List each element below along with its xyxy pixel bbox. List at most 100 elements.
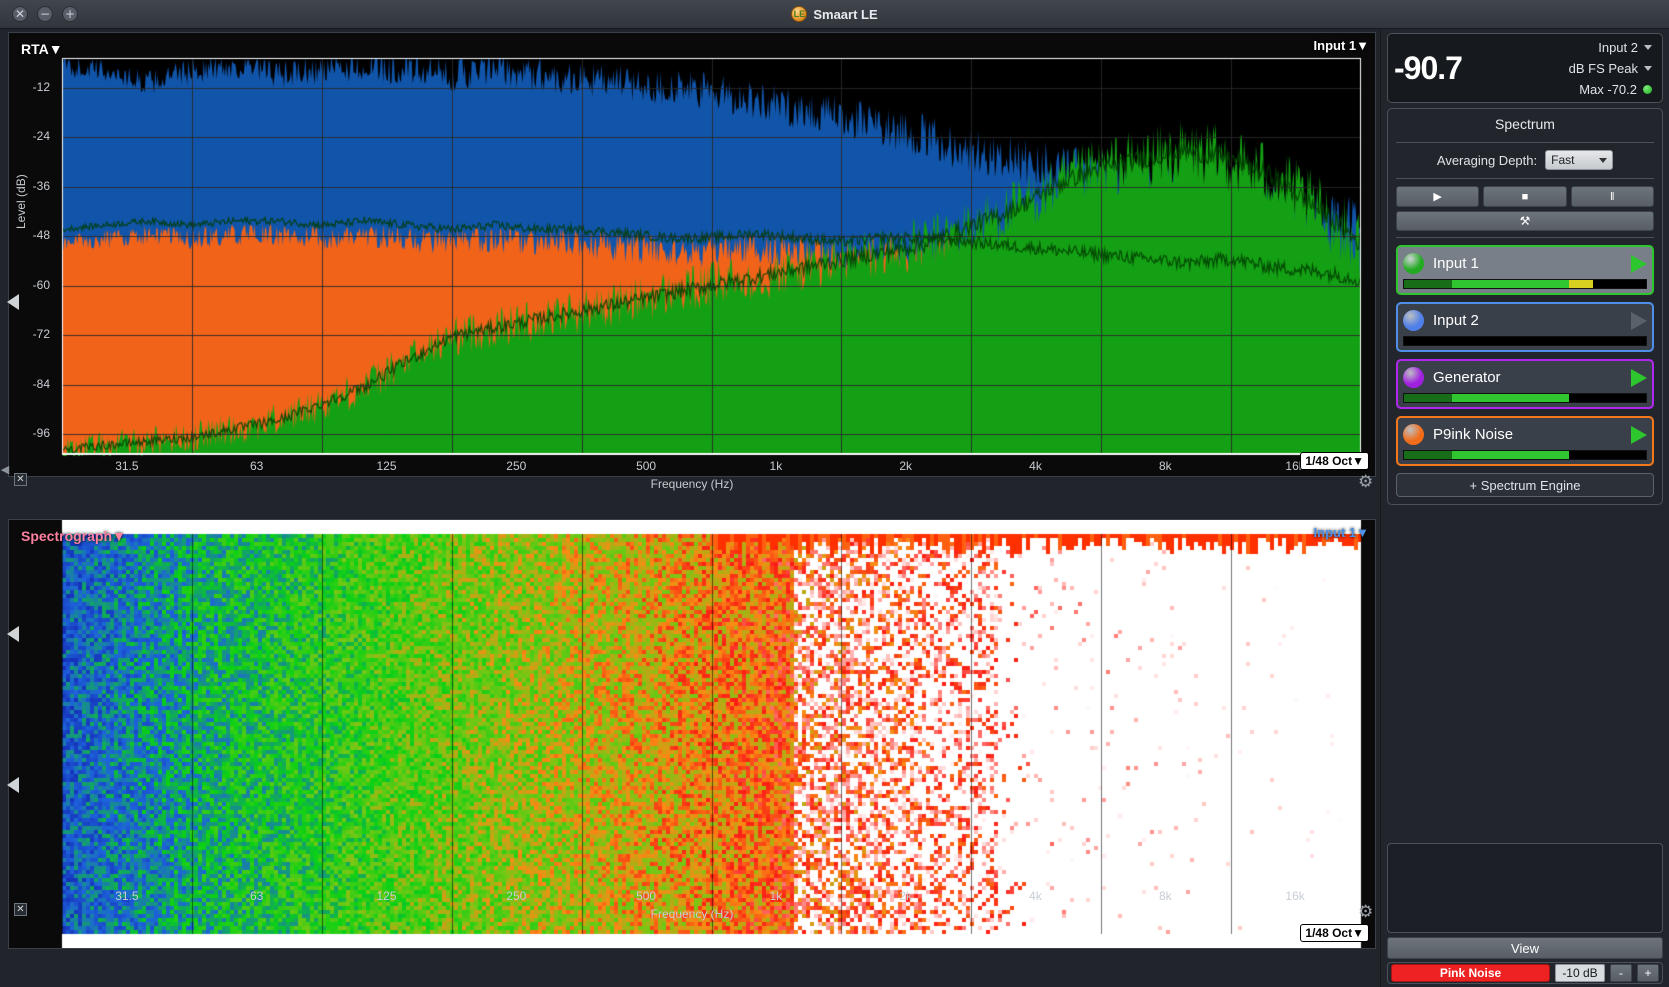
spectrograph-x-tick: 500 [636,889,657,903]
rta-y-tick: -12 [32,79,50,94]
chevron-down-icon: ▼ [1352,454,1364,468]
spectrograph-panel[interactable]: Spectrograph▼ Input 1▼ 1/48 Oct▼ [7,519,1376,949]
chevron-down-icon: ▼ [112,528,126,544]
level-meter-readout: -90.7 Input 2 dB FS Peak Max -70.2 [1387,33,1663,103]
averaging-depth-label: Averaging Depth: [1436,152,1538,168]
rta-y-tick: -36 [32,178,50,193]
spectrograph-x-tick: 4k [1029,889,1042,903]
window-title-text: Smaart LE [813,6,878,22]
pause-button[interactable]: ‖ [1570,186,1654,207]
view-preview-area[interactable] [1387,843,1663,933]
spectrograph-x-tick: 2k [899,889,913,903]
rta-plot-canvas[interactable] [9,33,1375,476]
chevron-down-icon: ▼ [1352,926,1364,940]
rta-x-tick: 125 [376,459,397,473]
spectrograph-close-box-icon[interactable]: ✕ [14,903,27,916]
rta-resolution-badge[interactable]: 1/48 Oct▼ [1300,452,1369,470]
title-bar: ✕ − + LE Smaart LE [0,0,1669,29]
rta-y-tick: -48 [32,228,50,243]
channel-play-button[interactable] [1631,254,1647,273]
graph-area: RTA▼ Input 1▼ 1/48 Oct▼ Level (dB) -12 -2… [0,29,1380,987]
spectrograph-x-tick: 8k [1158,889,1172,903]
spectrograph-resolution-badge[interactable]: 1/48 Oct▼ [1300,924,1369,942]
rta-y-tick: -24 [32,129,50,144]
chevron-down-icon [1599,157,1608,163]
channel-level-meter [1403,336,1647,346]
spectrograph-x-tick: 125 [376,889,397,903]
rta-x-tick: 500 [636,459,657,473]
channel-color-dot-icon [1403,424,1424,445]
channel-strip-p9ink-noise[interactable]: P9ink Noise [1396,416,1654,466]
rta-y-tick: -84 [32,376,50,391]
channel-name-label: Input 1 [1433,255,1479,272]
app-logo-icon: LE [791,6,808,22]
spectrum-section: Spectrum Averaging Depth: Fast ▶ ■ ‖ ⚒ I… [1387,108,1663,505]
averaging-depth-select[interactable]: Fast [1545,150,1614,170]
pink-noise-button[interactable]: Pink Noise [1391,964,1550,982]
pane-divider-handle[interactable]: ◀ [0,463,10,485]
divider [1396,237,1654,238]
chevron-down-icon: ▼ [1356,525,1369,540]
channel-color-dot-icon [1403,310,1424,331]
spectrograph-x-tick-labels: 31.5 63 125 250 500 1k 2k 4k 8k 16k [8,889,1376,905]
rta-panel[interactable]: RTA▼ Input 1▼ 1/48 Oct▼ [7,32,1376,477]
spectrograph-x-tick: 1k [769,889,783,903]
channel-play-button[interactable] [1631,311,1647,330]
channel-color-dot-icon [1403,253,1424,274]
rta-x-tick: 8k [1158,459,1172,473]
spectrograph-canvas[interactable] [9,520,1375,948]
channel-strip-generator[interactable]: Generator [1396,359,1654,409]
rta-y-tick-labels: -12 -24 -36 -48 -60 -72 -84 -96 [0,29,54,474]
level-increment-button[interactable]: + [1637,964,1659,982]
spectrograph-time-cursor-bottom[interactable] [7,777,19,793]
channel-level-meter [1403,393,1647,403]
channel-name-label: P9ink Noise [1433,426,1514,443]
rta-y-tick: -60 [32,277,50,292]
smaart-app-window: ✕ − + LE Smaart LE RTA▼ Input 1▼ 1/48 Oc… [0,0,1669,987]
rta-close-box-icon[interactable]: ✕ [14,473,27,486]
rta-settings-gear-icon[interactable]: ⚙ [1358,472,1373,492]
spectrograph-x-tick: 16k [1285,889,1305,903]
play-button[interactable]: ▶ [1396,186,1480,207]
rta-x-axis-label: Frequency (Hz) [650,477,734,491]
channel-level-meter [1403,450,1647,460]
channel-play-button[interactable] [1631,368,1647,387]
meter-input-selector[interactable]: Input 2 [1569,37,1652,58]
spectrograph-time-cursor-top[interactable] [7,626,19,642]
chevron-down-icon: ▼ [1356,38,1369,53]
add-spectrum-engine-button[interactable]: + Spectrum Engine [1396,473,1654,497]
rta-level-cursor-handle[interactable] [7,294,19,310]
divider [1396,142,1654,143]
tools-button[interactable]: ⚒ [1396,211,1654,231]
rta-y-tick: -96 [32,426,50,441]
generator-level-field[interactable]: -10 dB [1555,964,1605,982]
spectrograph-x-tick: 250 [506,889,527,903]
channel-name-label: Input 2 [1433,312,1479,329]
channel-strip-input-2[interactable]: Input 2 [1396,302,1654,352]
spectrograph-x-tick: 31.5 [115,889,139,903]
view-button[interactable]: View [1387,937,1663,959]
rta-title[interactable]: RTA▼ [21,41,63,57]
channel-list: Input 1 Input 2 Generator P9ink Noise [1396,245,1654,466]
chevron-down-icon [1644,44,1652,50]
meter-units-selector[interactable]: dB FS Peak [1569,58,1652,79]
level-decrement-button[interactable]: - [1610,964,1632,982]
rta-source-selector[interactable]: Input 1▼ [1314,38,1369,53]
meter-value: -90.7 [1394,49,1463,86]
chevron-down-icon [1644,65,1652,71]
transport-controls: ▶ ■ ‖ [1396,186,1654,207]
stop-button[interactable]: ■ [1483,186,1567,207]
meter-max-readout: Max -70.2 [1569,79,1652,100]
spectrum-section-title: Spectrum [1495,116,1555,132]
generator-bar: Pink Noise -10 dB - + [1387,962,1663,984]
channel-play-button[interactable] [1631,425,1647,444]
averaging-depth-row: Averaging Depth: Fast [1396,150,1654,174]
channel-level-meter [1403,279,1647,289]
channel-name-label: Generator [1433,369,1501,386]
spectrograph-source-selector[interactable]: Input 1▼ [1314,525,1369,540]
spectrograph-settings-gear-icon[interactable]: ⚙ [1358,902,1373,922]
spectrograph-title[interactable]: Spectrograph▼ [21,528,126,544]
channel-strip-input-1[interactable]: Input 1 [1396,245,1654,295]
rta-x-tick-labels: 31.5 63 125 250 500 1k 2k 4k 8k 16k [8,459,1376,475]
chevron-down-icon: ▼ [48,41,63,57]
